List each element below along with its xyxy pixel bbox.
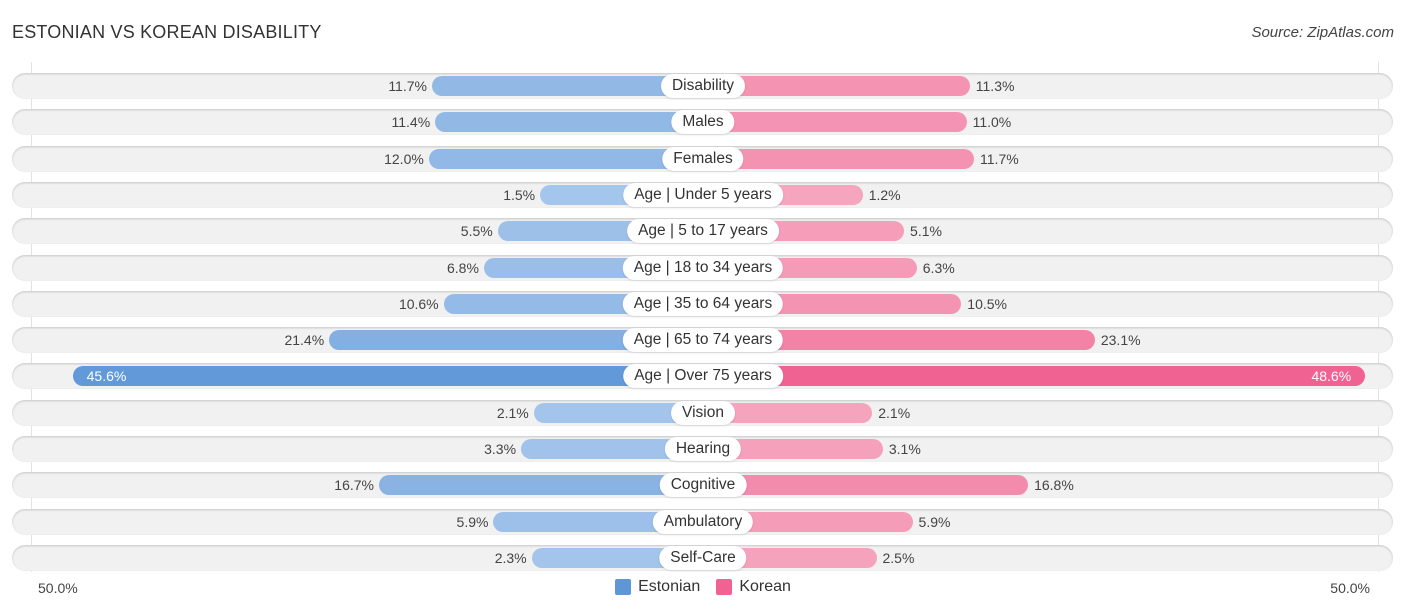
category-label: Self-Care bbox=[659, 545, 747, 570]
value-label-korean: 11.0% bbox=[972, 114, 1012, 131]
value-label-estonian: 1.5% bbox=[503, 186, 536, 203]
category-label: Age | 65 to 74 years bbox=[622, 328, 784, 353]
value-label-estonian: 45.6% bbox=[86, 368, 127, 385]
legend-label-estonian: Estonian bbox=[638, 578, 701, 595]
category-label: Age | 5 to 17 years bbox=[627, 219, 779, 244]
value-label-estonian: 5.5% bbox=[460, 223, 493, 240]
bar-korean[interactable] bbox=[703, 148, 975, 169]
bar-korean[interactable] bbox=[703, 475, 1029, 496]
value-label-estonian: 5.9% bbox=[456, 513, 489, 530]
value-label-estonian: 16.7% bbox=[334, 477, 374, 494]
value-label-korean: 23.1% bbox=[1100, 332, 1141, 349]
value-label-korean: 10.5% bbox=[967, 295, 1007, 312]
category-label: Hearing bbox=[664, 437, 742, 461]
value-label-estonian: 11.7% bbox=[388, 78, 427, 94]
bar-estonian[interactable] bbox=[378, 475, 703, 496]
value-label-korean: 48.6% bbox=[1311, 368, 1352, 385]
value-label-estonian: 2.3% bbox=[494, 549, 527, 566]
value-label-korean: 11.7% bbox=[980, 150, 1019, 167]
bar-estonian[interactable] bbox=[72, 366, 703, 387]
legend-label-korean: Korean bbox=[739, 578, 791, 595]
legend: Estonian Korean bbox=[0, 578, 1406, 596]
category-label: Disability bbox=[660, 74, 746, 98]
value-label-estonian: 2.1% bbox=[496, 404, 529, 421]
legend-swatch-estonian bbox=[615, 579, 632, 595]
category-label: Age | Over 75 years bbox=[623, 364, 783, 389]
value-label-estonian: 12.0% bbox=[384, 150, 424, 167]
category-label: Females bbox=[662, 146, 744, 171]
bar-estonian[interactable] bbox=[435, 112, 703, 133]
legend-swatch-korean bbox=[716, 579, 733, 595]
bar-korean[interactable] bbox=[703, 112, 967, 133]
value-label-korean: 16.8% bbox=[1034, 477, 1074, 494]
legend-item-korean[interactable]: Korean bbox=[716, 578, 791, 596]
category-label: Age | Under 5 years bbox=[623, 182, 783, 207]
value-label-korean: 3.1% bbox=[888, 441, 921, 457]
value-label-estonian: 21.4% bbox=[284, 332, 325, 349]
legend-item-estonian[interactable]: Estonian bbox=[615, 578, 700, 596]
value-label-korean: 6.3% bbox=[922, 259, 955, 276]
category-label: Vision bbox=[671, 400, 735, 425]
value-label-estonian: 6.8% bbox=[447, 259, 479, 276]
value-label-estonian: 10.6% bbox=[398, 295, 439, 312]
value-label-korean: 1.2% bbox=[868, 186, 901, 203]
category-label: Age | 35 to 64 years bbox=[622, 291, 784, 316]
value-label-korean: 2.1% bbox=[878, 404, 911, 421]
value-label-korean: 2.5% bbox=[882, 549, 915, 566]
category-label: Males bbox=[671, 110, 735, 135]
chart-plot-area: Disability 11.7% 11.3% Males 11.4% 11.0% Femal… bbox=[0, 0, 1406, 612]
value-label-korean: 5.1% bbox=[910, 223, 942, 240]
value-label-estonian: 11.4% bbox=[391, 114, 431, 131]
category-label: Ambulatory bbox=[652, 509, 754, 534]
value-label-korean: 5.9% bbox=[918, 513, 951, 530]
value-label-estonian: 3.3% bbox=[484, 441, 517, 457]
category-label: Cognitive bbox=[659, 473, 747, 498]
value-label-korean: 11.3% bbox=[975, 78, 1015, 94]
bar-korean[interactable] bbox=[703, 366, 1366, 387]
category-label: Age | 18 to 34 years bbox=[622, 255, 784, 280]
